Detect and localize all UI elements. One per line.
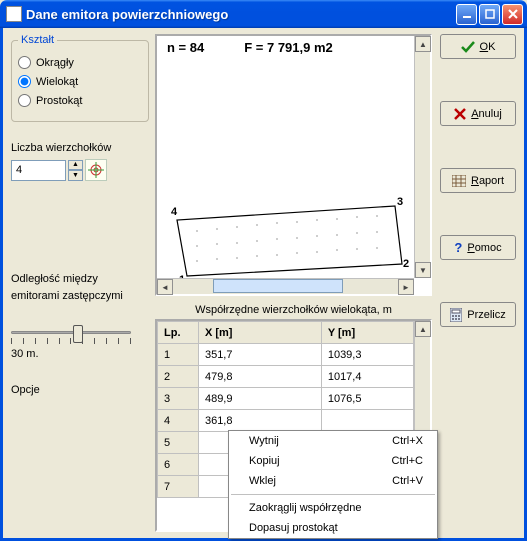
col-y[interactable]: Y [m] bbox=[321, 322, 413, 344]
table-row: 1351,71039,3 bbox=[158, 344, 414, 366]
table-row: 4361,8 bbox=[158, 410, 414, 432]
radio-round[interactable]: Okrągły bbox=[18, 56, 142, 69]
canvas-area-label: F = 7 791,9 m2 bbox=[244, 40, 333, 55]
canvas-vscroll[interactable]: ▲ ▼ bbox=[414, 36, 430, 278]
distance-label-2: emitorami zastępczymi bbox=[11, 290, 149, 302]
close-button[interactable] bbox=[502, 4, 523, 25]
radio-round-input[interactable] bbox=[18, 56, 31, 69]
scroll-up-icon[interactable]: ▲ bbox=[415, 321, 431, 337]
vertices-up[interactable]: ▲ bbox=[68, 160, 83, 171]
cancel-button[interactable]: Anuluj bbox=[440, 101, 516, 126]
help-button[interactable]: ? Pomoc bbox=[440, 235, 516, 260]
slider-thumb[interactable] bbox=[73, 325, 83, 343]
ok-button[interactable]: OK bbox=[440, 34, 516, 59]
menu-paste[interactable]: WklejCtrl+V bbox=[229, 471, 437, 491]
menu-fit-rect[interactable]: Dopasuj prostokąt bbox=[229, 518, 437, 538]
menu-separator bbox=[231, 494, 435, 495]
canvas-n-label: n = 84 bbox=[167, 40, 204, 55]
polygon-canvas[interactable]: n = 84 F = 7 791,9 m2 1 2 3 4 bbox=[155, 34, 432, 296]
window-title: Dane emitora powierzchniowego bbox=[26, 7, 456, 22]
distance-label-1: Odległość między bbox=[11, 273, 149, 285]
canvas-hscroll[interactable]: ◄ ► bbox=[157, 278, 414, 294]
table-title: Współrzędne wierzchołków wielokąta, m bbox=[155, 304, 432, 316]
scroll-up-icon[interactable]: ▲ bbox=[415, 36, 431, 52]
shape-legend: Kształt bbox=[18, 34, 57, 46]
minimize-button[interactable] bbox=[456, 4, 477, 25]
col-lp[interactable]: Lp. bbox=[158, 322, 199, 344]
radio-polygon-input[interactable] bbox=[18, 75, 31, 88]
menu-cut[interactable]: WytnijCtrl+X bbox=[229, 431, 437, 451]
report-button[interactable]: Raport bbox=[440, 168, 516, 193]
col-x[interactable]: X [m] bbox=[198, 322, 321, 344]
scroll-left-icon[interactable]: ◄ bbox=[157, 279, 173, 295]
check-icon bbox=[461, 41, 475, 53]
x-icon bbox=[454, 108, 466, 120]
calc-button[interactable]: Przelicz bbox=[440, 302, 516, 327]
options-label: Opcje bbox=[11, 384, 149, 396]
report-icon bbox=[452, 175, 466, 187]
menu-copy[interactable]: KopiujCtrl+C bbox=[229, 451, 437, 471]
table-row: 3489,91076,5 bbox=[158, 388, 414, 410]
radio-rect[interactable]: Prostokąt bbox=[18, 94, 142, 107]
app-icon bbox=[6, 6, 22, 22]
distance-slider[interactable] bbox=[11, 322, 131, 344]
scroll-down-icon[interactable]: ▼ bbox=[415, 262, 431, 278]
vertices-target-button[interactable] bbox=[85, 159, 107, 181]
distance-value: 30 m. bbox=[11, 348, 149, 360]
vertices-label: Liczba wierzchołków bbox=[11, 142, 149, 154]
help-icon: ? bbox=[454, 240, 462, 255]
vertices-down[interactable]: ▼ bbox=[68, 170, 83, 181]
maximize-button[interactable] bbox=[479, 4, 500, 25]
shape-group: Kształt Okrągły Wielokąt Prostokąt bbox=[11, 34, 149, 122]
radio-rect-input[interactable] bbox=[18, 94, 31, 107]
context-menu: WytnijCtrl+X KopiujCtrl+C WklejCtrl+V Za… bbox=[228, 430, 438, 539]
scroll-right-icon[interactable]: ► bbox=[398, 279, 414, 295]
radio-polygon[interactable]: Wielokąt bbox=[18, 75, 142, 88]
menu-round[interactable]: Zaokrąglij współrzędne bbox=[229, 498, 437, 518]
table-row: 2479,81017,4 bbox=[158, 366, 414, 388]
titlebar[interactable]: Dane emitora powierzchniowego bbox=[0, 0, 527, 28]
vertices-input[interactable] bbox=[11, 160, 66, 181]
calc-icon bbox=[450, 308, 462, 322]
